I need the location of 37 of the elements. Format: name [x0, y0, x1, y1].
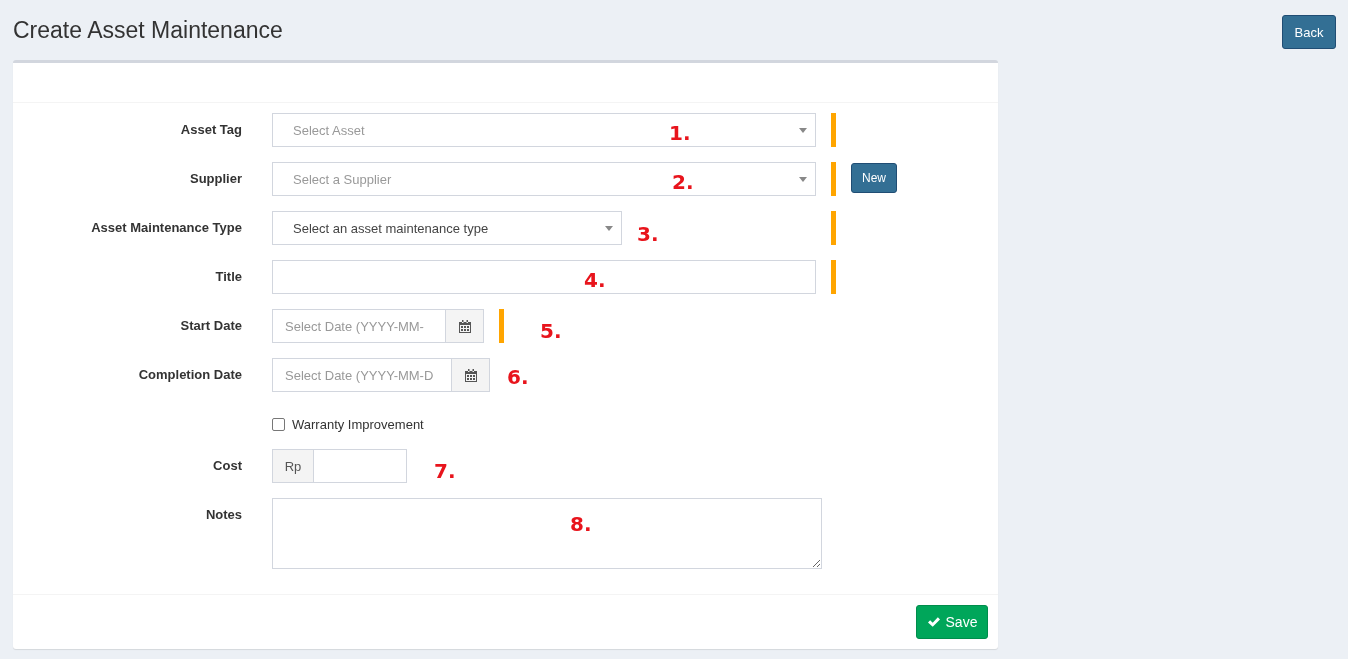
text-field[interactable]: [272, 260, 816, 294]
annotation-number: 8.: [570, 512, 592, 536]
field-label: Title: [214, 268, 242, 284]
annotation-number: 3.: [637, 222, 659, 246]
calendar-icon: [464, 368, 477, 382]
annotation-number: 6.: [507, 365, 529, 389]
save-button[interactable]: Save: [916, 605, 988, 639]
annotation-number: 1.: [669, 121, 691, 145]
calendar-icon: [458, 319, 471, 333]
field-label: Cost: [212, 457, 242, 473]
date-field[interactable]: Select Date (YYYY-MM-D: [272, 358, 452, 392]
page-title: Create Asset Maintenance: [13, 17, 283, 44]
calendar-button[interactable]: [452, 358, 490, 392]
checkmark-icon: [926, 616, 941, 628]
date-field[interactable]: Select Date (YYYY-MM-: [272, 309, 446, 343]
annotation-number: 7.: [434, 459, 456, 483]
field-label: Start Date: [179, 317, 242, 333]
dropdown-field[interactable]: Select an asset maintenance type: [272, 211, 622, 245]
back-button[interactable]: Back: [1282, 15, 1336, 49]
field-label: Supplier: [189, 170, 242, 186]
new-button[interactable]: New: [851, 163, 897, 193]
field-label: Asset Maintenance Type: [90, 219, 242, 235]
cost-field[interactable]: [313, 449, 407, 483]
annotation-number: 4.: [584, 268, 606, 292]
checkbox-label: Warranty Improvement: [292, 417, 424, 432]
currency-prefix: Rp: [272, 449, 313, 483]
annotation-number: 5.: [540, 319, 562, 343]
caret-icon: [799, 177, 807, 182]
field-label: Asset Tag: [179, 121, 242, 137]
notes-field[interactable]: [272, 498, 822, 569]
annotation-number: 2.: [672, 170, 694, 194]
caret-icon: [605, 226, 613, 231]
field-label: Notes: [204, 506, 242, 522]
field-label: Completion Date: [137, 366, 242, 382]
checkbox[interactable]: [272, 418, 285, 431]
caret-icon: [799, 128, 807, 133]
calendar-button[interactable]: [446, 309, 484, 343]
